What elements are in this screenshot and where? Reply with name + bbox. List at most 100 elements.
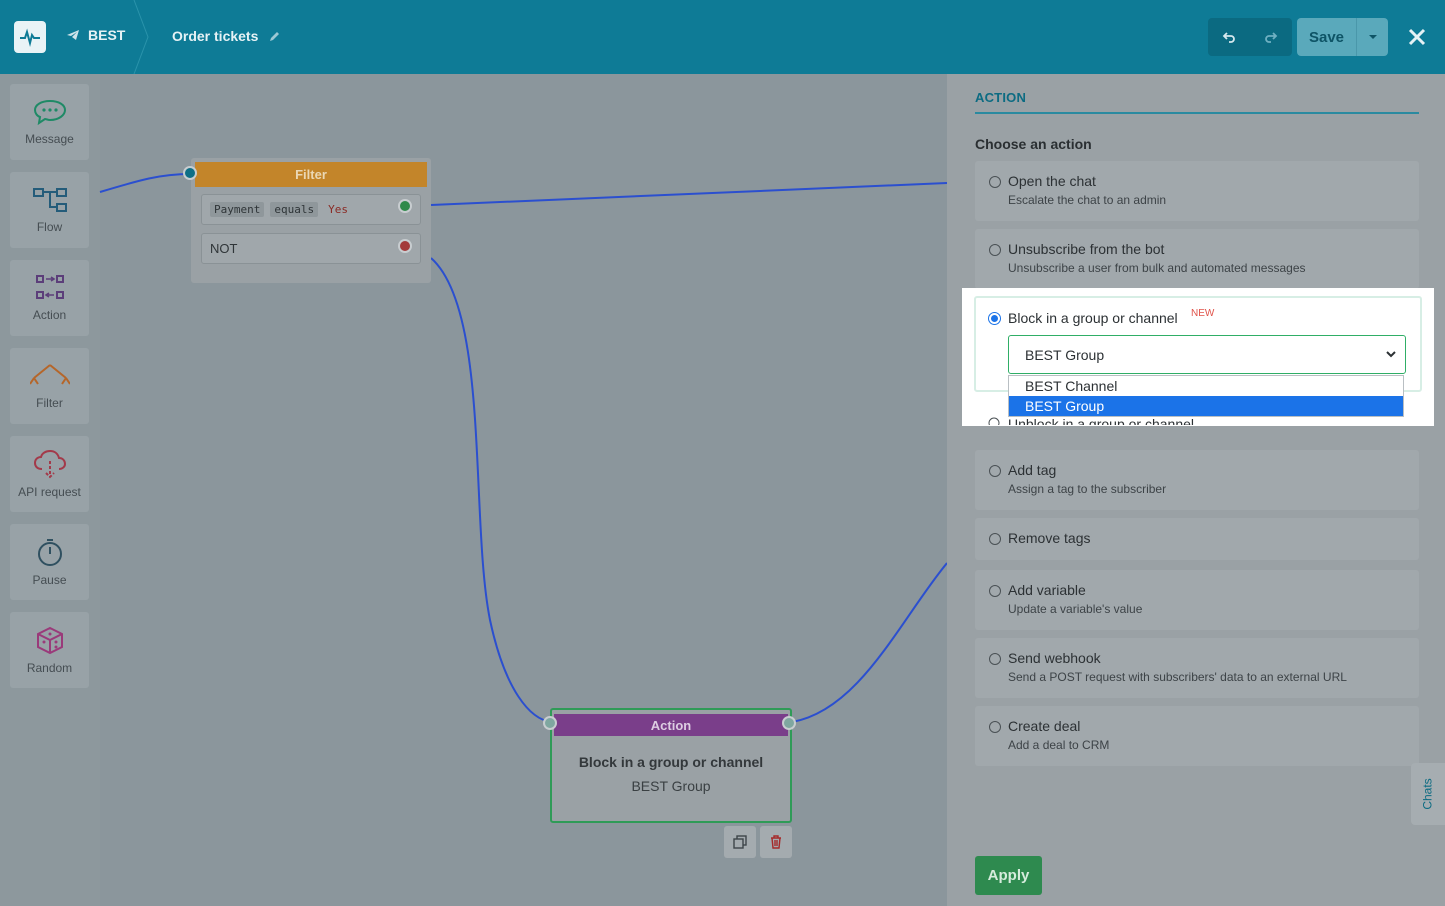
- filter-icon: [29, 364, 70, 385]
- filter-else[interactable]: NOT: [201, 233, 421, 264]
- choose-action-label: Choose an action: [975, 136, 1092, 152]
- duplicate-button[interactable]: [724, 826, 756, 858]
- top-bar: BEST Order tickets Save: [0, 0, 1445, 74]
- tool-label: API request: [18, 485, 81, 499]
- divider: [975, 112, 1419, 114]
- tool-pause[interactable]: Pause: [10, 524, 89, 600]
- pencil-icon[interactable]: [268, 30, 281, 43]
- option-title: Block in a group or channel: [1008, 310, 1178, 326]
- else-label: NOT: [210, 241, 238, 256]
- radio-button[interactable]: [989, 533, 1001, 545]
- condition-value: Yes: [328, 203, 348, 216]
- option-title: Send webhook: [1008, 650, 1101, 666]
- tool-message[interactable]: Message: [10, 84, 89, 160]
- message-icon: [33, 99, 66, 126]
- action-node-title: Action: [554, 714, 788, 736]
- tool-filter[interactable]: Filter: [10, 348, 89, 424]
- tool-random[interactable]: Random: [10, 612, 89, 688]
- apply-button[interactable]: Apply: [975, 856, 1042, 895]
- save-controls: Save: [1297, 18, 1388, 56]
- option-desc: Send a POST request with subscribers' da…: [1008, 670, 1347, 684]
- bot-name: BEST: [88, 27, 126, 43]
- radio-button[interactable]: [989, 244, 1001, 256]
- select-value: BEST Group: [1025, 347, 1105, 363]
- option-block-group: Block in a group or channel NEW BEST Gro…: [962, 288, 1434, 426]
- condition-operator: equals: [270, 202, 319, 217]
- copy-icon: [733, 835, 747, 849]
- filter-node-title: Filter: [195, 162, 427, 187]
- cloud-icon: [33, 449, 66, 479]
- flow-breadcrumb[interactable]: Order tickets: [172, 28, 281, 44]
- blocks-toolbar: Message Flow Action Filter API request P…: [0, 74, 100, 906]
- close-icon: [1408, 28, 1426, 46]
- redo-button[interactable]: [1250, 18, 1292, 56]
- chats-tab[interactable]: Chats: [1411, 763, 1445, 825]
- delete-button[interactable]: [760, 826, 792, 858]
- option-title: Unsubscribe from the bot: [1008, 241, 1165, 257]
- save-button[interactable]: Save: [1297, 18, 1357, 56]
- tool-api-request[interactable]: API request: [10, 436, 89, 512]
- option-desc: Add a deal to CRM: [1008, 738, 1110, 752]
- option-add-tag[interactable]: Add tag Assign a tag to the subscriber: [975, 450, 1419, 510]
- action-node[interactable]: Action Block in a group or channel BEST …: [543, 708, 796, 823]
- dropdown-option[interactable]: BEST Channel: [1009, 376, 1403, 396]
- filter-true-port[interactable]: [398, 199, 412, 213]
- node-tools: [724, 826, 792, 858]
- history-controls: [1208, 18, 1292, 56]
- filter-condition[interactable]: Payment equals Yes: [201, 194, 421, 225]
- action-icon: [35, 275, 64, 299]
- select-dropdown: BEST Channel BEST Group: [1008, 375, 1404, 417]
- option-title: Add variable: [1008, 582, 1086, 598]
- filter-false-port[interactable]: [398, 239, 412, 253]
- option-send-webhook[interactable]: Send webhook Send a POST request with su…: [975, 638, 1419, 698]
- radio-button[interactable]: [989, 721, 1001, 733]
- chevron-down-icon: [1386, 351, 1396, 358]
- dropdown-option-selected[interactable]: BEST Group: [1009, 396, 1403, 416]
- option-title: Create deal: [1008, 718, 1081, 734]
- radio-button[interactable]: [988, 414, 1000, 425]
- caret-down-icon: [1368, 35, 1377, 39]
- flow-name: Order tickets: [172, 28, 259, 44]
- option-title: Remove tags: [1008, 530, 1091, 546]
- action-node-target: BEST Group: [631, 778, 711, 794]
- redo-icon: [1265, 32, 1278, 43]
- app-logo[interactable]: [14, 21, 46, 53]
- option-title: Add tag: [1008, 462, 1057, 478]
- filter-input-port[interactable]: [183, 166, 197, 180]
- option-open-chat[interactable]: Open the chat Escalate the chat to an ad…: [975, 161, 1419, 221]
- tool-action[interactable]: Action: [10, 260, 89, 336]
- filter-node[interactable]: Filter Payment equals Yes NOT: [183, 158, 431, 283]
- new-badge: NEW: [1191, 308, 1215, 319]
- option-create-deal[interactable]: Create deal Add a deal to CRM: [975, 706, 1419, 766]
- dice-icon: [36, 626, 63, 655]
- option-desc: Escalate the chat to an admin: [1008, 193, 1167, 207]
- pulse-icon: [20, 28, 40, 47]
- option-desc: Unsubscribe a user from bulk and automat…: [1008, 261, 1306, 275]
- radio-button[interactable]: [989, 465, 1001, 477]
- radio-button-checked[interactable]: [988, 312, 1001, 325]
- undo-icon: [1222, 32, 1235, 43]
- action-output-port[interactable]: [782, 716, 796, 730]
- bot-breadcrumb[interactable]: BEST: [66, 27, 125, 43]
- group-select[interactable]: BEST Group: [1008, 335, 1406, 374]
- tool-label: Flow: [36, 220, 63, 234]
- option-unsubscribe[interactable]: Unsubscribe from the bot Unsubscribe a u…: [975, 229, 1419, 289]
- action-input-port[interactable]: [543, 716, 557, 730]
- option-remove-tags[interactable]: Remove tags: [975, 518, 1419, 560]
- radio-button[interactable]: [989, 585, 1001, 597]
- option-desc: Assign a tag to the subscriber: [1008, 482, 1167, 496]
- condition-field: Payment: [210, 202, 265, 217]
- radio-button[interactable]: [989, 653, 1001, 665]
- chats-label: Chats: [1420, 778, 1435, 810]
- tool-label: Filter: [36, 396, 63, 410]
- radio-button[interactable]: [989, 176, 1001, 188]
- close-button[interactable]: [1404, 24, 1430, 50]
- option-add-variable[interactable]: Add variable Update a variable's value: [975, 570, 1419, 630]
- tool-label: Message: [25, 132, 74, 146]
- save-options-button[interactable]: [1357, 18, 1388, 56]
- tool-flow[interactable]: Flow: [10, 172, 89, 248]
- action-panel: ACTION Choose an action Open the chat Es…: [947, 74, 1445, 906]
- undo-button[interactable]: [1208, 18, 1250, 56]
- breadcrumb-separator: [133, 0, 149, 74]
- tool-label: Random: [26, 661, 73, 675]
